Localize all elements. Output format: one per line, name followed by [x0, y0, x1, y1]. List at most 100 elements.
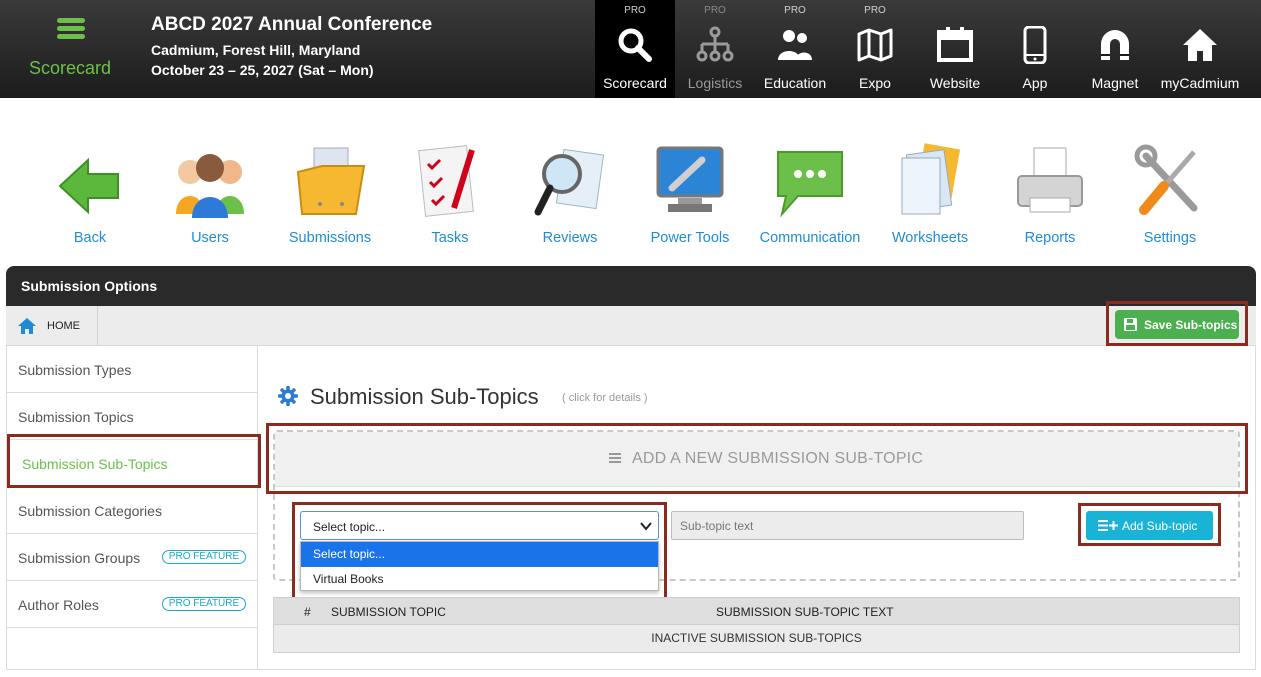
tool-label: Settings — [1143, 230, 1197, 246]
tool-label: Communication — [759, 230, 861, 246]
tool-worksheets[interactable]: Worksheets — [870, 142, 990, 252]
option-label: Select topic... — [313, 547, 386, 561]
magnet-icon — [1101, 30, 1129, 60]
tool-back[interactable]: Back — [30, 142, 150, 252]
nav-logistics[interactable]: PRO Logistics — [675, 0, 755, 98]
tool-label: Worksheets — [891, 230, 969, 246]
topic-select[interactable]: Select topic... — [300, 511, 659, 540]
tool-users[interactable]: Users — [150, 142, 270, 252]
nav-label: Scorecard — [603, 75, 667, 91]
nav-label: Logistics — [687, 75, 743, 91]
conference-title: ABCD 2027 Annual Conference — [151, 14, 433, 35]
tool-tasks[interactable]: Tasks — [390, 142, 510, 252]
tool-label: Submissions — [288, 230, 372, 246]
details-link[interactable]: ( click for details ) — [562, 392, 648, 404]
topic-option-select[interactable]: Select topic... — [301, 542, 658, 567]
add-new-subtopic-bar[interactable]: ADD A NEW SUBMISSION SUB-TOPIC — [275, 432, 1238, 487]
tool-communication[interactable]: Communication — [750, 142, 870, 252]
topic-select-value: Select topic... — [313, 520, 386, 534]
pro-label: PRO — [624, 5, 646, 16]
map-icon — [857, 28, 893, 62]
nav-app[interactable]: App — [995, 0, 1075, 98]
nav-mycadmium[interactable]: myCadmium — [1155, 0, 1245, 98]
nav-expo[interactable]: PRO Expo — [835, 0, 915, 98]
pro-feature-badge: PRO FEATURE — [162, 550, 246, 564]
save-label: Save Sub-topics — [1144, 318, 1238, 332]
org-chart-icon — [696, 26, 734, 62]
documents-icon — [901, 143, 961, 215]
chat-bubble-icon — [777, 151, 843, 218]
hamburger-icon[interactable] — [57, 18, 85, 40]
top-bar: Scorecard ABCD 2027 Annual Conference Ca… — [0, 0, 1261, 98]
tool-row: Back Users Submissions Tasks Reviews Pow… — [30, 142, 1230, 252]
add-new-subtopic-label: ADD A NEW SUBMISSION SUB-TOPIC — [632, 450, 924, 467]
search-icon — [618, 28, 652, 62]
conference-dates: October 23 – 25, 2027 (Sat – Mon) — [151, 62, 374, 78]
sidebar-item-label: Author Roles — [18, 597, 99, 613]
topic-option-virtual-books[interactable]: Virtual Books — [301, 567, 658, 592]
nav-scorecard[interactable]: PRO Scorecard — [595, 0, 675, 98]
floppy-disk-icon — [1124, 318, 1137, 331]
pro-label: PRO — [864, 5, 886, 16]
gear-icon[interactable] — [278, 386, 298, 406]
topic-dropdown: Select topic... Virtual Books — [300, 541, 659, 591]
nav-website[interactable]: Website — [915, 0, 995, 98]
nav-label: App — [1022, 75, 1048, 91]
wrench-monitor-icon — [656, 146, 724, 212]
sidebar-item-submission-sub-topics[interactable]: Submission Sub-Topics — [7, 440, 257, 487]
sidebar-item-label: Submission Topics — [18, 409, 134, 425]
sidebar-item-label: Submission Sub-Topics — [22, 456, 168, 472]
sidebar-item-submission-topics[interactable]: Submission Topics — [7, 393, 257, 440]
panel-header: Submission Options — [6, 266, 1256, 306]
tool-submissions[interactable]: Submissions — [270, 142, 390, 252]
tool-label: Power Tools — [650, 230, 730, 246]
pro-feature-badge: PRO FEATURE — [162, 597, 246, 611]
breadcrumb-home[interactable]: HOME — [6, 306, 98, 346]
sidebar-item-label: Submission Types — [18, 362, 132, 378]
breadcrumb-bar: HOME — [6, 306, 1256, 346]
column-subtopic-text: SUBMISSION SUB-TOPIC TEXT — [716, 605, 894, 619]
section-title: Submission Sub-Topics — [310, 384, 539, 409]
printer-icon — [1017, 147, 1083, 213]
back-arrow-icon — [58, 157, 119, 215]
save-subtopics-button[interactable]: Save Sub-topics — [1115, 310, 1239, 339]
chevron-down-icon — [640, 522, 652, 531]
tool-label: Reviews — [542, 230, 598, 246]
brand[interactable]: Scorecard — [0, 0, 140, 98]
nav-label: Website — [929, 75, 981, 91]
pro-label: PRO — [704, 5, 726, 16]
sidebar-item-submission-types[interactable]: Submission Types — [7, 346, 257, 393]
tool-label: Tasks — [431, 230, 469, 246]
calendar-icon — [937, 27, 973, 62]
tool-power-tools[interactable]: Power Tools — [630, 142, 750, 252]
sidebar-item-submission-groups[interactable]: Submission Groups PRO FEATURE — [7, 534, 257, 581]
subtopic-text-input[interactable] — [671, 511, 1024, 540]
tool-settings[interactable]: Settings — [1110, 142, 1230, 252]
nav-education[interactable]: PRO Education — [755, 0, 835, 98]
sidebar-item-submission-categories[interactable]: Submission Categories — [7, 487, 257, 534]
phone-icon — [1023, 26, 1047, 64]
column-number: # — [304, 605, 311, 619]
pro-label: PRO — [784, 5, 806, 16]
subtopic-table-header: # SUBMISSION TOPIC SUBMISSION SUB-TOPIC … — [273, 597, 1240, 625]
panel-title: Submission Options — [21, 278, 158, 294]
tool-reports[interactable]: Reports — [990, 142, 1110, 252]
sidebar-item-author-roles[interactable]: Author Roles PRO FEATURE — [7, 581, 257, 628]
tool-label: Back — [73, 230, 107, 246]
tool-reviews[interactable]: Reviews — [510, 142, 630, 252]
nav-magnet[interactable]: Magnet — [1075, 0, 1155, 98]
nav-label: myCadmium — [1160, 75, 1240, 91]
checklist-icon — [418, 145, 475, 217]
inactive-subtopics-row: INACTIVE SUBMISSION SUB-TOPICS — [273, 625, 1240, 653]
sidebar-item-label: Submission Groups — [18, 550, 141, 566]
product-nav: PRO Scorecard PRO Logistics PRO Educatio… — [595, 0, 1245, 98]
conference-info: ABCD 2027 Annual Conference Cadmium, For… — [151, 14, 432, 78]
brand-label: Scorecard — [28, 58, 112, 78]
folder-icon — [296, 147, 366, 215]
add-subtopic-button[interactable]: Add Sub-topic — [1086, 511, 1213, 540]
conference-location: Cadmium, Forest Hill, Maryland — [151, 42, 361, 58]
nav-label: Education — [763, 75, 827, 91]
sidebar-item-label: Submission Categories — [18, 503, 162, 519]
magnifier-icon — [534, 148, 605, 216]
column-submission-topic: SUBMISSION TOPIC — [331, 605, 446, 619]
